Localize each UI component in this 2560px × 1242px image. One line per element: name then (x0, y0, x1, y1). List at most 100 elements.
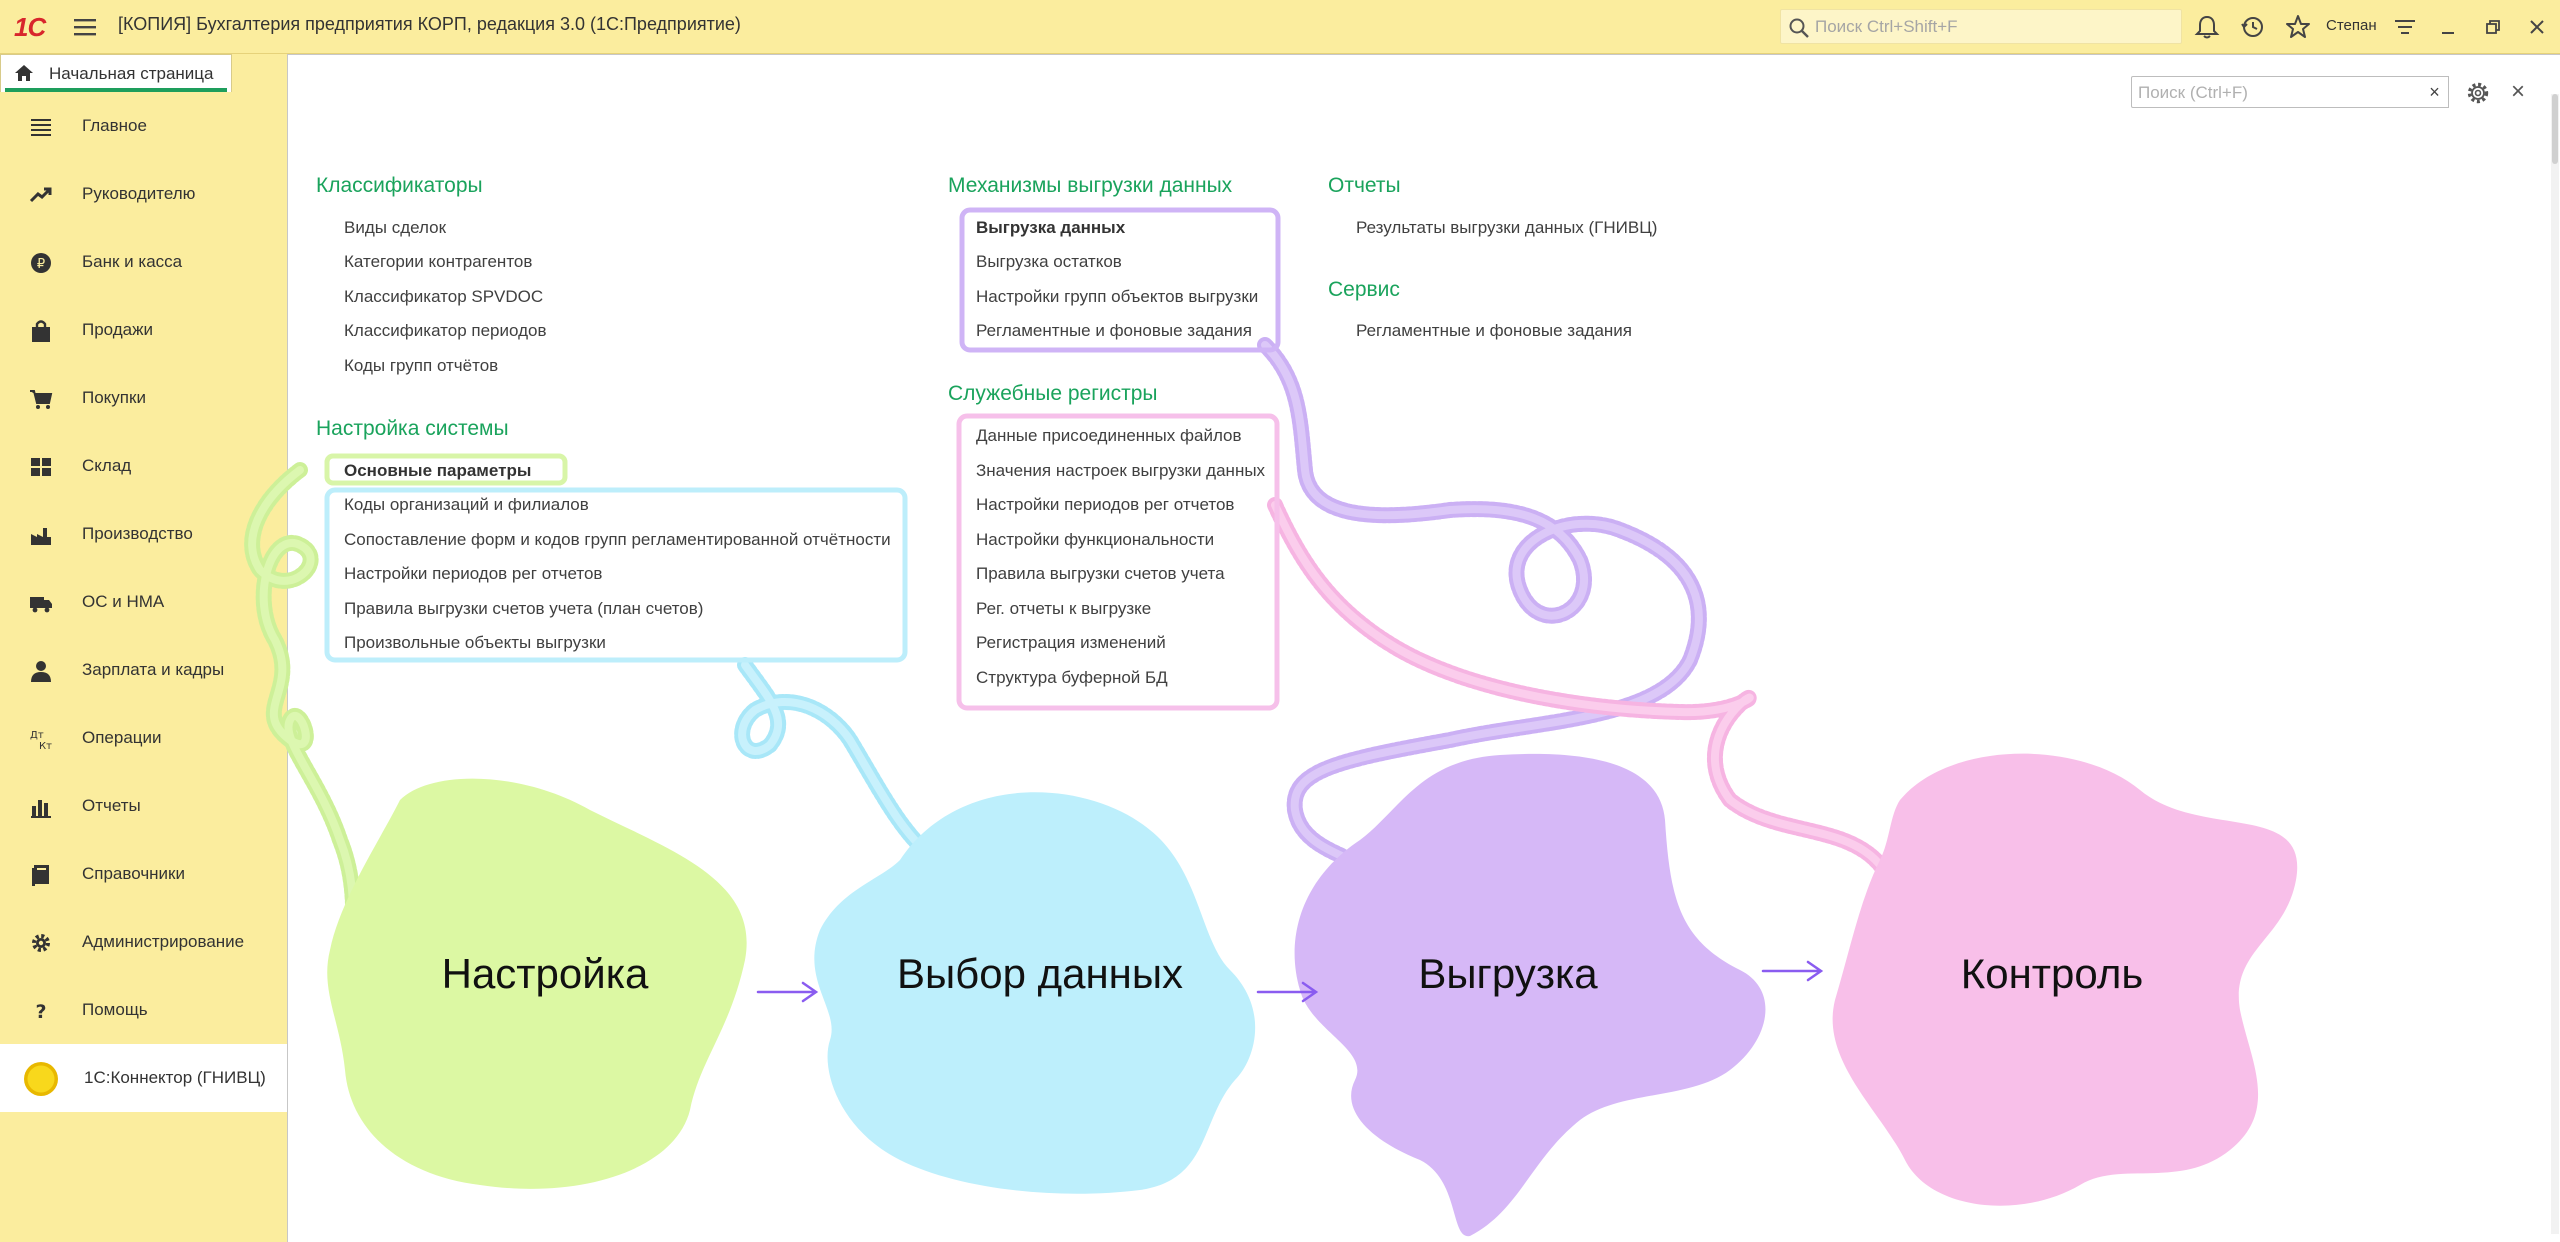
restore-icon[interactable] (2478, 12, 2508, 42)
link-reports-to-export[interactable]: Рег. отчеты к выгрузке (976, 599, 1151, 619)
menu-lines-icon (31, 119, 51, 136)
minimize-icon[interactable] (2433, 12, 2463, 42)
link-change-registration[interactable]: Регистрация изменений (976, 633, 1166, 653)
link-balances-export[interactable]: Выгрузка остатков (976, 252, 1122, 272)
sidebar-item-operations[interactable]: Дт Кт Операции (0, 704, 287, 772)
search-clear-button[interactable]: × (2421, 76, 2449, 108)
link-data-export[interactable]: Выгрузка данных (976, 218, 1125, 238)
form-search-input[interactable]: Поиск (Ctrl+F) (2131, 76, 2423, 108)
svg-text:Кт: Кт (39, 741, 52, 752)
sidebar-item-label: Производство (82, 524, 193, 543)
form-settings-icon[interactable] (2464, 79, 2492, 107)
section-title-system-settings: Настройка системы (316, 417, 509, 440)
link-export-object-groups[interactable]: Настройки групп объектов выгрузки (976, 287, 1258, 307)
global-search-placeholder: Поиск Ctrl+Shift+F (1815, 17, 1958, 36)
link-report-period-settings[interactable]: Настройки периодов рег отчетов (344, 564, 602, 584)
bell-icon[interactable] (2192, 12, 2222, 42)
gear-icon (32, 934, 50, 952)
history-icon[interactable] (2238, 12, 2268, 42)
link-export-settings-values[interactable]: Значения настроек выгрузки данных (976, 461, 1265, 481)
stage-label-setup: Настройка (441, 950, 649, 997)
sidebar-item-bank[interactable]: ₽ Банк и касса (0, 228, 287, 296)
ruble-coin-icon: ₽ (31, 253, 51, 273)
section-title-export-mechanisms: Механизмы выгрузки данных (948, 174, 1233, 197)
form-search-placeholder: Поиск (Ctrl+F) (2138, 83, 2248, 102)
person-icon (31, 661, 51, 682)
sidebar-item-references[interactable]: Справочники (0, 840, 287, 908)
tab-home[interactable]: Начальная страница (0, 54, 232, 92)
sidebar-item-label: Администрирование (82, 932, 245, 951)
link-periods-classifier[interactable]: Классификатор периодов (344, 321, 546, 341)
sidebar-item-purchases[interactable]: Покупки (0, 364, 287, 432)
question-icon: ? (35, 1001, 46, 1023)
sidebar-item-label: Справочники (82, 864, 185, 883)
link-form-code-mapping[interactable]: Сопоставление форм и кодов групп регламе… (344, 530, 891, 550)
link-counterparty-categories[interactable]: Категории контрагентов (344, 252, 532, 272)
app-logo[interactable]: 1С (14, 12, 46, 43)
sidebar-item-label: Зарплата и кадры (82, 660, 225, 679)
stage-label-data: Выбор данных (896, 950, 1184, 997)
svg-text:?: ? (35, 1001, 46, 1023)
trend-up-icon (29, 187, 52, 203)
link-reg-report-periods[interactable]: Настройки периодов рег отчетов (976, 495, 1234, 515)
link-functionality-settings[interactable]: Настройки функциональности (976, 530, 1214, 550)
link-service-scheduled-jobs[interactable]: Регламентные и фоновые задания (1356, 321, 1632, 341)
sidebar-item-salary[interactable]: Зарплата и кадры (0, 636, 287, 704)
link-org-branch-codes[interactable]: Коды организаций и филиалов (344, 495, 589, 515)
sidebar-item-assets[interactable]: ОС и НМА (0, 568, 287, 636)
sidebar-item-warehouse[interactable]: Склад (0, 432, 287, 500)
link-spvdoc-classifier[interactable]: Классификатор SPVDOC (344, 287, 543, 307)
stage-label-control: Контроль (1960, 950, 2144, 997)
sidebar-item-label: Главное (82, 116, 147, 135)
sidebar-item-label: Отчеты (82, 796, 141, 815)
link-account-rules-register[interactable]: Правила выгрузки счетов учета (976, 564, 1225, 584)
sidebar-item-reports[interactable]: Отчеты (0, 772, 287, 840)
section-title-classifiers: Классификаторы (316, 174, 483, 197)
global-search-input[interactable]: Поиск Ctrl+Shift+F (1780, 9, 2182, 44)
section-title-service: Сервис (1328, 278, 1400, 301)
sidebar-item-label: Покупки (82, 388, 146, 407)
svg-text:₽: ₽ (37, 257, 45, 272)
title-bar: 1С [КОПИЯ] Бухгалтерия предприятия КОРП,… (0, 0, 2560, 54)
link-attached-files-data[interactable]: Данные присоединенных файлов (976, 426, 1242, 446)
tab-home-label: Начальная страница (49, 64, 214, 83)
sidebar-item-help[interactable]: ? Помощь (0, 976, 287, 1044)
sidebar-item-sales[interactable]: Продажи (0, 296, 287, 364)
main-menu-icon[interactable] (72, 14, 98, 40)
sidebar-item-main[interactable]: Главное (0, 92, 287, 160)
window-close-icon[interactable] (2522, 12, 2552, 42)
form-close-button[interactable]: × (2511, 78, 2525, 106)
link-main-parameters[interactable]: Основные параметры (344, 461, 531, 481)
link-report-group-codes[interactable]: Коды групп отчётов (344, 356, 498, 376)
scrollbar-thumb[interactable] (2552, 94, 2558, 164)
section-title-reports: Отчеты (1328, 174, 1401, 197)
settings-lines-icon[interactable] (2390, 12, 2420, 42)
user-name[interactable]: Степан (2326, 17, 2377, 34)
sidebar-item-manager[interactable]: Руководителю (0, 160, 287, 228)
star-icon[interactable] (2283, 12, 2313, 42)
dt-kt-icon: ДтКт (30, 730, 52, 752)
sidebar-item-admin[interactable]: Администрирование (0, 908, 287, 976)
sidebar-item-connector[interactable]: 1С:Коннектор (ГНИВЦ) (0, 1044, 287, 1112)
stage-label-export: Выгрузка (1418, 950, 1598, 997)
link-buffer-db-structure[interactable]: Структура буферной БД (976, 668, 1168, 688)
sidebar-item-label: Продажи (82, 320, 153, 339)
sidebar-item-label: Операции (82, 728, 162, 747)
sidebar-item-label: Склад (82, 456, 132, 475)
search-icon (1789, 18, 1809, 38)
section-title-service-registers: Служебные регистры (948, 382, 1158, 405)
link-custom-export-objects[interactable]: Произвольные объекты выгрузки (344, 633, 606, 653)
link-deal-types[interactable]: Виды сделок (344, 218, 446, 238)
vertical-scrollbar[interactable] (2551, 94, 2559, 1234)
sidebar: Главное Руководителю ₽ Банк и касса Прод… (0, 92, 287, 1242)
sidebar-item-label: Помощь (82, 1000, 148, 1019)
link-export-results-report[interactable]: Результаты выгрузки данных (ГНИВЦ) (1356, 218, 1657, 238)
yellow-circle-icon (24, 1062, 58, 1096)
truck-icon (30, 597, 52, 613)
window-title: [КОПИЯ] Бухгалтерия предприятия КОРП, ре… (118, 14, 741, 34)
sidebar-item-production[interactable]: Производство (0, 500, 287, 568)
link-account-export-rules[interactable]: Правила выгрузки счетов учета (план счет… (344, 599, 703, 619)
bar-chart-icon (31, 800, 51, 818)
sidebar-item-label: Банк и касса (82, 252, 183, 271)
link-scheduled-jobs[interactable]: Регламентные и фоновые задания (976, 321, 1252, 341)
